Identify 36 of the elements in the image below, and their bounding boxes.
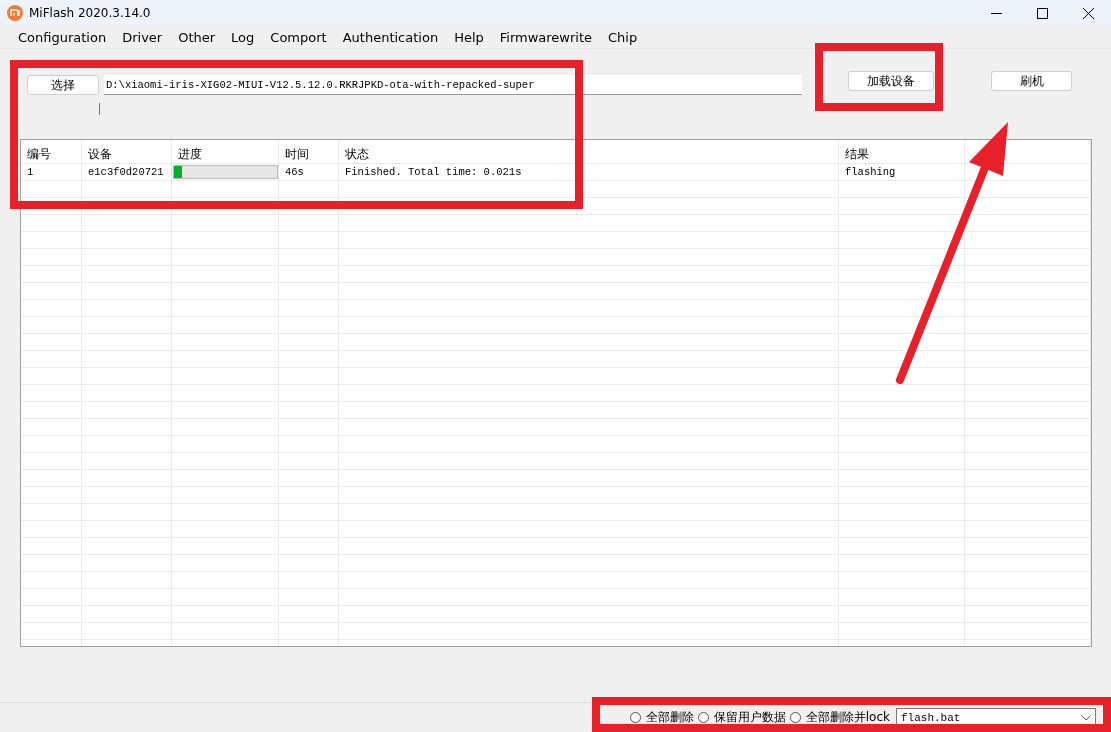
- path-field[interactable]: D:\xiaomi-iris-XIG02-MIUI-V12.5.12.0.RKRJPKD-ota-with-repacked-super: [104, 75, 802, 95]
- menu-item[interactable]: Comport: [262, 27, 335, 47]
- load-device-button[interactable]: 加载设备: [848, 71, 934, 91]
- radio-button[interactable]: [629, 712, 641, 723]
- column-header: 结果: [839, 140, 965, 163]
- menu-item[interactable]: Driver: [114, 27, 171, 47]
- menu-item[interactable]: Authentication: [334, 27, 447, 47]
- menu-item[interactable]: Other: [170, 27, 224, 47]
- text-cursor: [99, 103, 100, 115]
- option-label[interactable]: 全部删除: [645, 709, 694, 726]
- chevron-down-icon: [1081, 714, 1091, 721]
- table-cell: 1: [21, 164, 82, 180]
- maximize-icon[interactable]: [1036, 7, 1048, 19]
- flash-button[interactable]: 刷机: [991, 71, 1072, 91]
- column-header: 状态: [339, 140, 839, 163]
- app-logo-icon: [7, 5, 23, 21]
- menu-item[interactable]: Firmwarewrite: [491, 27, 601, 47]
- menu-item[interactable]: Chip: [600, 27, 646, 47]
- column-header: 编号: [21, 140, 82, 163]
- radio-button[interactable]: [789, 712, 801, 723]
- column-header: 设备: [82, 140, 172, 163]
- select-button[interactable]: 选择: [27, 75, 99, 95]
- option-label[interactable]: 全部删除并lock: [805, 709, 890, 726]
- window-title: MiFlash 2020.3.14.0: [29, 6, 151, 20]
- menu-item[interactable]: Configuration: [10, 27, 115, 47]
- column-header: 进度: [172, 140, 279, 163]
- table-cell: flashing: [839, 164, 965, 180]
- table-cell: Finished. Total time: 0.021s: [339, 164, 839, 180]
- column-header: 时间: [279, 140, 339, 163]
- radio-button[interactable]: [697, 712, 709, 723]
- close-icon[interactable]: [1082, 7, 1094, 19]
- menu-item[interactable]: Log: [223, 27, 263, 47]
- option-label[interactable]: 保留用户数据: [713, 709, 786, 726]
- table-cell: 46s: [279, 164, 339, 180]
- table-cell: e1c3f0d20721: [82, 164, 172, 180]
- menu-item[interactable]: Help: [446, 27, 492, 47]
